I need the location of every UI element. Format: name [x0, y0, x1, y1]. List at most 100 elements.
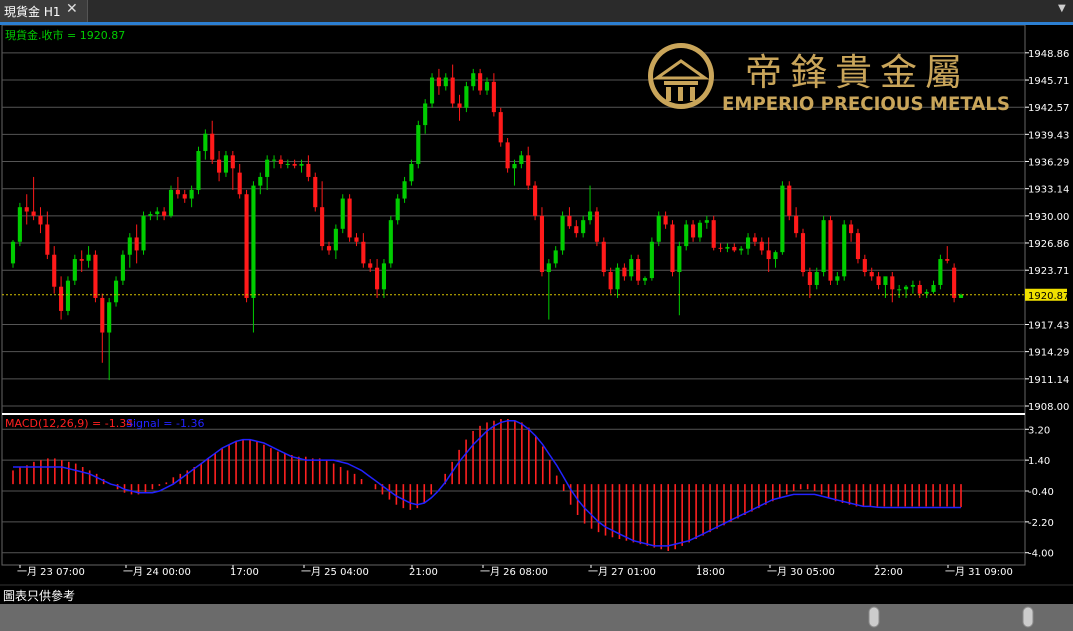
candle-body — [292, 163, 297, 166]
close-icon[interactable]: ✕ — [66, 1, 78, 17]
macd-tick-label: -4.00 — [1028, 549, 1054, 560]
candle-body — [265, 159, 270, 177]
candle-body — [457, 103, 462, 108]
candle-body — [196, 151, 201, 190]
candle-body — [31, 211, 36, 216]
candle-body — [347, 198, 352, 238]
candle-body — [952, 267, 957, 298]
time-tick-label: 一月 31 09:00 — [945, 566, 1013, 578]
candle-body — [381, 263, 387, 290]
candle-body — [251, 185, 256, 298]
candle-body — [395, 198, 400, 221]
candle — [313, 172, 318, 212]
candle — [539, 207, 545, 277]
candle-body — [697, 222, 703, 238]
candle-body — [478, 73, 483, 91]
candle-body — [567, 215, 572, 227]
candle-body — [533, 185, 538, 216]
candle-body — [17, 207, 22, 242]
time-tick-label: 一月 23 07:00 — [17, 566, 85, 578]
candle-body — [560, 215, 565, 251]
time-tick-label: 17:00 — [230, 567, 259, 578]
candle-body — [38, 215, 43, 225]
candle-body — [217, 159, 222, 173]
candle — [388, 215, 393, 268]
time-tick-label: 22:00 — [874, 567, 903, 578]
candle-body — [299, 163, 304, 166]
candle-body — [333, 228, 338, 251]
candle — [113, 276, 119, 307]
price-tick-label: 1936.29 — [1028, 157, 1069, 168]
candle-body — [814, 272, 819, 285]
candle — [65, 276, 71, 316]
candle-body — [752, 237, 757, 242]
candle-body — [182, 194, 187, 199]
candle-body — [505, 142, 510, 169]
price-tick-label: 1933.14 — [1028, 185, 1069, 196]
candle — [938, 254, 943, 290]
candle — [347, 194, 352, 242]
candle-body — [608, 272, 613, 290]
candle — [429, 73, 435, 108]
chart-scrollbar[interactable] — [0, 604, 1073, 631]
price-panel-title: 現貨金.收市 = 1920.87 — [5, 28, 125, 42]
candle-body — [313, 176, 318, 208]
candle-body — [512, 163, 517, 169]
tab-menu-icon[interactable]: ▼ — [1058, 3, 1066, 14]
price-tick-label: 1939.43 — [1028, 130, 1069, 141]
candle-body — [409, 163, 414, 182]
candle-body — [244, 194, 249, 298]
candle-body — [278, 159, 283, 164]
candle-body — [615, 267, 620, 290]
candle — [244, 189, 249, 303]
candle-body — [306, 163, 311, 177]
candle-body — [52, 254, 57, 287]
candle — [684, 220, 689, 251]
candle — [800, 228, 806, 277]
candle-body — [601, 241, 606, 273]
tab-chart[interactable]: 現貨金 H1 ✕ — [0, 0, 88, 22]
candle — [821, 215, 826, 277]
candle-body — [59, 286, 64, 311]
time-tick-label: 18:00 — [696, 567, 725, 578]
candle-body — [526, 155, 531, 186]
price-tick-label: 1926.86 — [1028, 239, 1069, 250]
price-tick-label: 1914.29 — [1028, 348, 1069, 359]
candle-body — [162, 211, 167, 216]
candle — [196, 146, 201, 195]
candle-body — [938, 259, 943, 285]
candle-body — [519, 155, 524, 164]
candle-body — [910, 284, 915, 287]
candle-body — [223, 155, 229, 173]
candle-body — [65, 280, 71, 311]
chart-area[interactable]: 帝鋒貴金屬 EMPERIO PRECIOUS METALS 1948.86 194… — [0, 25, 1073, 586]
footer: 圖表只供參考 — [0, 586, 1073, 604]
candle-body — [574, 226, 579, 234]
candle-body — [642, 278, 648, 281]
candle — [168, 185, 174, 218]
scroll-handle-right[interactable] — [1022, 606, 1034, 628]
price-tick-label: 1917.43 — [1028, 320, 1069, 331]
candle-body — [491, 81, 496, 113]
candle-body — [24, 207, 29, 212]
candle-body — [10, 241, 16, 264]
time-tick-label: 一月 25 04:00 — [301, 566, 369, 578]
candle-body — [368, 263, 373, 268]
time-tick-label: 21:00 — [409, 567, 438, 578]
price-tick-label: 1942.57 — [1028, 103, 1069, 114]
scroll-handle-left[interactable] — [868, 606, 880, 628]
price-tick-label: 1908.00 — [1028, 402, 1069, 413]
candle-body — [766, 250, 771, 260]
candle-body — [120, 254, 125, 281]
candle — [636, 254, 641, 285]
candle — [601, 237, 606, 277]
candle-body — [945, 259, 950, 261]
candle-body — [691, 224, 696, 238]
candle-body — [443, 77, 448, 87]
candle-body — [237, 172, 242, 195]
candle-body — [670, 224, 675, 273]
candle-body — [684, 224, 689, 247]
candle — [72, 254, 77, 285]
candle-body — [725, 246, 730, 249]
candle-body — [780, 185, 785, 253]
